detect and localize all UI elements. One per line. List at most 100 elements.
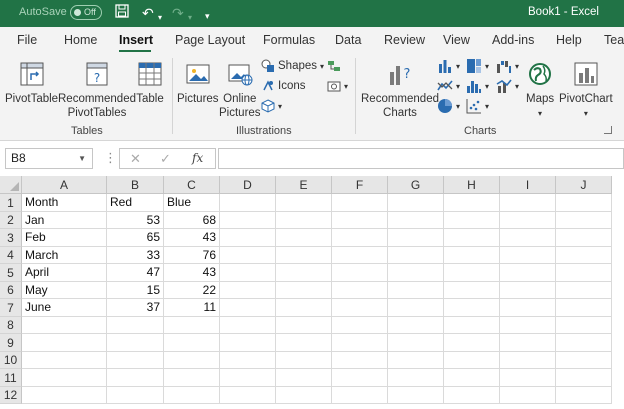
- undo-icon[interactable]: ↶: [142, 4, 154, 22]
- cell-f4[interactable]: [332, 247, 388, 264]
- column-header-c[interactable]: C: [164, 176, 220, 194]
- cell-g9[interactable]: [388, 334, 444, 352]
- pictures-button[interactable]: Pictures: [177, 60, 219, 106]
- cell-i9[interactable]: [500, 334, 556, 352]
- cell-e10[interactable]: [276, 352, 332, 369]
- cell-i6[interactable]: [500, 282, 556, 299]
- 3d-models-button[interactable]: ▾: [261, 99, 282, 113]
- cell-b6[interactable]: 15: [107, 282, 164, 299]
- cell-f6[interactable]: [332, 282, 388, 299]
- cell-g11[interactable]: [388, 369, 444, 387]
- cell-h2[interactable]: [444, 212, 500, 229]
- cell-a12[interactable]: [22, 387, 107, 404]
- tab-formulas[interactable]: Formulas: [263, 33, 315, 47]
- cell-d4[interactable]: [220, 247, 276, 264]
- cell-b8[interactable]: [107, 317, 164, 334]
- icons-button[interactable]: Icons: [261, 79, 306, 93]
- column-header-j[interactable]: J: [556, 176, 612, 194]
- column-header-a[interactable]: A: [22, 176, 107, 194]
- cell-j4[interactable]: [556, 247, 612, 264]
- cell-h6[interactable]: [444, 282, 500, 299]
- cell-b2[interactable]: 53: [107, 212, 164, 229]
- cell-c6[interactable]: 22: [164, 282, 220, 299]
- cell-i7[interactable]: [500, 299, 556, 317]
- cell-d6[interactable]: [220, 282, 276, 299]
- pie-chart-button[interactable]: ▾: [437, 98, 460, 114]
- cell-j10[interactable]: [556, 352, 612, 369]
- column-header-i[interactable]: I: [500, 176, 556, 194]
- cell-h8[interactable]: [444, 317, 500, 334]
- tab-data[interactable]: Data: [335, 33, 361, 47]
- cell-c12[interactable]: [164, 387, 220, 404]
- cell-b9[interactable]: [107, 334, 164, 352]
- name-box[interactable]: B8 ▼: [5, 148, 93, 169]
- cell-a7[interactable]: June: [22, 299, 107, 317]
- cell-f3[interactable]: [332, 229, 388, 247]
- cell-j8[interactable]: [556, 317, 612, 334]
- tab-add-ins[interactable]: Add-ins: [492, 33, 534, 47]
- cell-c9[interactable]: [164, 334, 220, 352]
- cell-e2[interactable]: [276, 212, 332, 229]
- row-header-6[interactable]: 6: [0, 282, 22, 299]
- row-header-11[interactable]: 11: [0, 369, 22, 387]
- cell-f10[interactable]: [332, 352, 388, 369]
- cell-a1[interactable]: Month: [22, 194, 107, 212]
- cell-i8[interactable]: [500, 317, 556, 334]
- cell-d12[interactable]: [220, 387, 276, 404]
- cell-h7[interactable]: [444, 299, 500, 317]
- scatter-chart-button[interactable]: ▾: [466, 98, 489, 114]
- tab-team[interactable]: Tear: [604, 33, 624, 47]
- cell-c3[interactable]: 43: [164, 229, 220, 247]
- cell-b11[interactable]: [107, 369, 164, 387]
- row-header-1[interactable]: 1: [0, 194, 22, 212]
- cell-b1[interactable]: Red: [107, 194, 164, 212]
- cell-a6[interactable]: May: [22, 282, 107, 299]
- cell-g2[interactable]: [388, 212, 444, 229]
- waterfall-chart-button[interactable]: ▾: [496, 58, 519, 74]
- column-header-d[interactable]: D: [220, 176, 276, 194]
- cell-h12[interactable]: [444, 387, 500, 404]
- cell-a9[interactable]: [22, 334, 107, 352]
- row-header-2[interactable]: 2: [0, 212, 22, 229]
- cell-g4[interactable]: [388, 247, 444, 264]
- cell-g3[interactable]: [388, 229, 444, 247]
- cell-f11[interactable]: [332, 369, 388, 387]
- formula-input[interactable]: [218, 148, 624, 169]
- cell-h5[interactable]: [444, 264, 500, 282]
- cell-f2[interactable]: [332, 212, 388, 229]
- recommended-pivottables-button[interactable]: ? Recommended PivotTables: [58, 60, 136, 120]
- save-icon[interactable]: [115, 4, 129, 22]
- column-header-b[interactable]: B: [107, 176, 164, 194]
- insert-function-icon[interactable]: fx: [192, 151, 203, 165]
- shapes-button[interactable]: Shapes ▾: [261, 59, 324, 73]
- cell-d8[interactable]: [220, 317, 276, 334]
- combo-chart-button[interactable]: ▾: [496, 78, 519, 94]
- screenshot-button[interactable]: ▾: [327, 79, 348, 93]
- online-pictures-button[interactable]: Online Pictures: [219, 60, 261, 120]
- cell-d1[interactable]: [220, 194, 276, 212]
- cell-j11[interactable]: [556, 369, 612, 387]
- cell-j12[interactable]: [556, 387, 612, 404]
- row-header-10[interactable]: 10: [0, 352, 22, 369]
- cell-c11[interactable]: [164, 369, 220, 387]
- cell-e3[interactable]: [276, 229, 332, 247]
- cell-h4[interactable]: [444, 247, 500, 264]
- tab-insert[interactable]: Insert: [119, 33, 153, 47]
- cell-f12[interactable]: [332, 387, 388, 404]
- cell-a3[interactable]: Feb: [22, 229, 107, 247]
- smartart-button[interactable]: [327, 59, 341, 73]
- cell-e4[interactable]: [276, 247, 332, 264]
- select-all-corner[interactable]: [0, 176, 22, 194]
- cell-j6[interactable]: [556, 282, 612, 299]
- cell-b5[interactable]: 47: [107, 264, 164, 282]
- cell-d10[interactable]: [220, 352, 276, 369]
- cell-f9[interactable]: [332, 334, 388, 352]
- recommended-charts-button[interactable]: ? Recommended Charts: [361, 60, 439, 120]
- cell-g8[interactable]: [388, 317, 444, 334]
- table-button[interactable]: Table: [136, 60, 164, 106]
- row-header-12[interactable]: 12: [0, 387, 22, 404]
- row-header-9[interactable]: 9: [0, 334, 22, 352]
- redo-dropdown-icon[interactable]: ▾: [188, 9, 192, 27]
- customize-qat-icon[interactable]: ▾: [205, 7, 210, 25]
- cell-i5[interactable]: [500, 264, 556, 282]
